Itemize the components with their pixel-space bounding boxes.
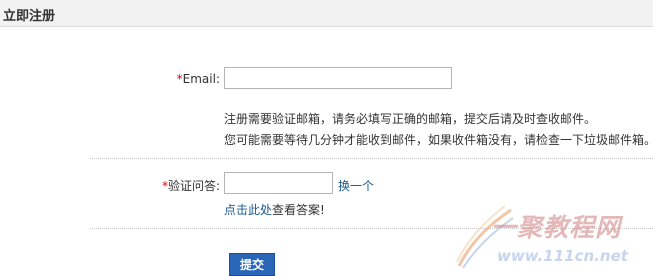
view-answer-line: 点击此处查看答案!	[224, 201, 325, 218]
email-hint-1: 注册需要验证邮箱，请务必填写正确的邮箱，提交后请及时查收邮件。	[224, 112, 597, 126]
watermark-url: www.111cn.net	[497, 247, 628, 265]
view-answer-text: 查看答案!	[272, 203, 325, 217]
page-title: 立即注册	[3, 9, 56, 24]
question-label: *验证问答:	[100, 177, 220, 194]
change-question-link[interactable]: 换一个	[338, 177, 374, 194]
email-input[interactable]	[224, 67, 452, 89]
page-header: 立即注册	[0, 0, 653, 27]
submit-button[interactable]: 提交	[229, 253, 275, 276]
email-label: *Email:	[100, 72, 220, 86]
email-label-text: Email:	[182, 72, 220, 86]
watermark-logo: 一聚教程网 www.111cn.net	[455, 200, 651, 272]
email-hint-2: 您可能需要等待几分钟才能收到邮件，如果收件箱没有，请检查一下垃圾邮件箱。	[224, 133, 653, 147]
question-label-text: 验证问答:	[167, 179, 220, 193]
divider	[90, 158, 653, 159]
view-answer-link[interactable]: 点击此处	[224, 203, 272, 217]
question-answer-input[interactable]	[224, 172, 333, 194]
watermark-title: 一聚教程网	[491, 213, 622, 242]
